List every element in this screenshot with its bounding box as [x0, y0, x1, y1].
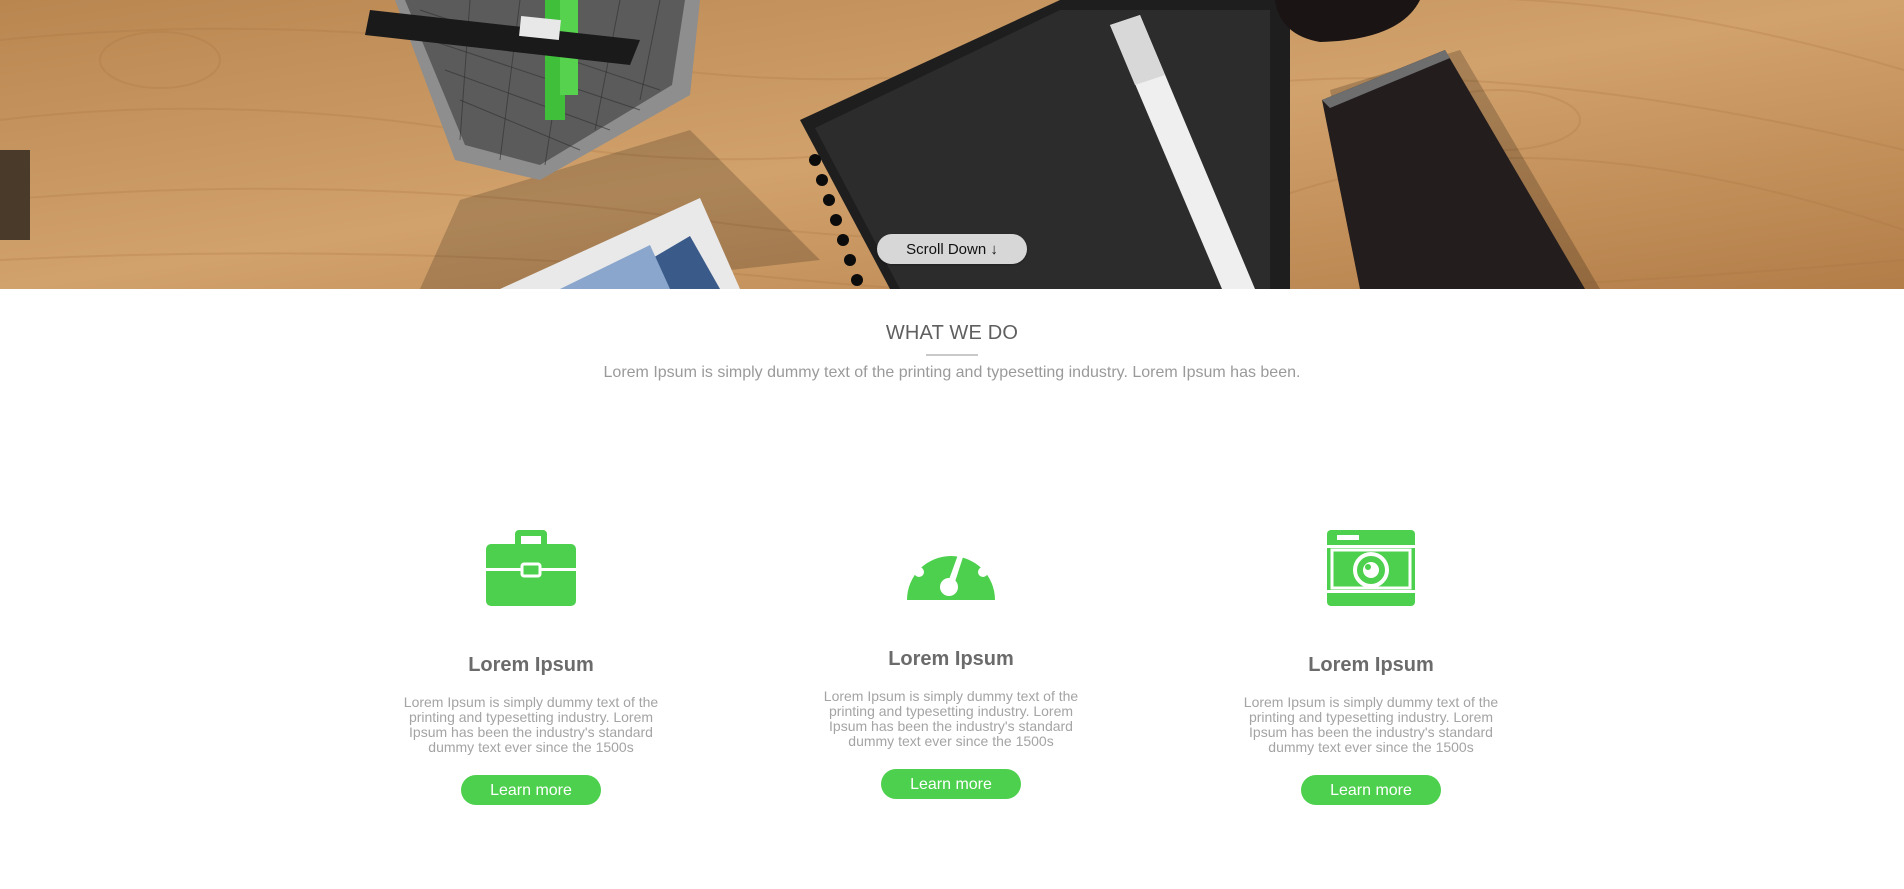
- learn-more-button[interactable]: Learn more: [461, 775, 601, 805]
- learn-more-button[interactable]: Learn more: [1301, 775, 1441, 805]
- service-card-3: Lorem Ipsum Lorem Ipsum is simply dummy …: [1221, 530, 1521, 805]
- dashboard-icon: [801, 530, 1101, 610]
- card-title: Lorem Ipsum: [888, 648, 1014, 670]
- service-card-2: Lorem Ipsum Lorem Ipsum is simply dummy …: [801, 530, 1101, 799]
- card-title: Lorem Ipsum: [1308, 654, 1434, 676]
- section-title: WHAT WE DO: [885, 322, 1019, 344]
- section-subtitle: Lorem Ipsum is simply dummy text of the …: [603, 364, 1301, 381]
- title-divider: [926, 354, 978, 356]
- page: Scroll Down ↓ WHAT WE DO Lorem Ipsum is …: [0, 0, 1904, 889]
- learn-more-button[interactable]: Learn more: [881, 769, 1021, 799]
- card-title: Lorem Ipsum: [468, 654, 594, 676]
- camera-icon: [1221, 530, 1521, 610]
- briefcase-icon: [381, 530, 681, 610]
- scroll-down-button[interactable]: Scroll Down ↓: [877, 234, 1027, 264]
- card-description: Lorem Ipsum is simply dummy text of the …: [1243, 694, 1499, 755]
- card-description: Lorem Ipsum is simply dummy text of the …: [823, 688, 1079, 749]
- card-description: Lorem Ipsum is simply dummy text of the …: [403, 694, 659, 755]
- hero-banner: Scroll Down ↓: [0, 0, 1904, 289]
- service-card-1: Lorem Ipsum Lorem Ipsum is simply dummy …: [381, 530, 681, 805]
